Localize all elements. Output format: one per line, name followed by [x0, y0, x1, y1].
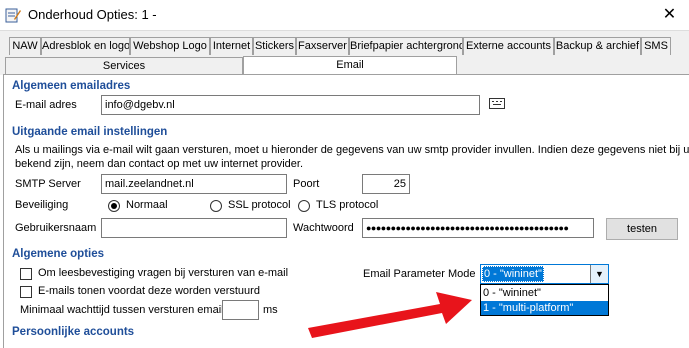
username-label: Gebruikersnaam: [15, 222, 97, 234]
email-param-dropdown[interactable]: 0 - "wininet" ▼: [480, 264, 609, 284]
radio-ssl-label: SSL protocol: [228, 199, 291, 211]
email-address-input[interactable]: info@dgebv.nl: [101, 95, 480, 115]
test-button[interactable]: testen: [606, 218, 678, 240]
tab-internet[interactable]: Internet: [210, 37, 253, 55]
min-wait-unit: ms: [263, 304, 278, 316]
email-param-option-multi-platform[interactable]: 1 - "multi-platform": [481, 301, 608, 315]
email-address-label: E-mail adres: [15, 99, 77, 111]
tab-strip: NAW Adresblok en logo Webshop Logo Inter…: [0, 30, 689, 76]
tab-services[interactable]: Services: [5, 57, 243, 75]
radio-tls[interactable]: [298, 200, 310, 212]
card-icon[interactable]: [489, 98, 505, 109]
tab-sms[interactable]: SMS: [641, 37, 671, 55]
port-input[interactable]: 25: [362, 174, 410, 194]
read-receipt-label: Om leesbevestiging vragen bij versturen …: [38, 267, 289, 279]
smtp-input[interactable]: mail.zeelandnet.nl: [101, 174, 287, 194]
app-icon: [5, 8, 21, 23]
email-param-options: 0 - "wininet" 1 - "multi-platform": [480, 284, 609, 316]
tab-email[interactable]: Email: [243, 56, 457, 76]
close-button[interactable]: ✕: [650, 0, 689, 30]
tab-webshop-logo[interactable]: Webshop Logo: [130, 37, 210, 55]
radio-normaal[interactable]: [108, 200, 120, 212]
red-arrow-annotation: [308, 292, 472, 338]
section-general-email: Algemeen emailadres: [12, 80, 131, 92]
email-param-selected: 0 - "wininet": [482, 266, 544, 282]
radio-tls-label: TLS protocol: [316, 199, 379, 211]
min-wait-label: Minimaal wachttijd tussen versturen emai…: [20, 304, 230, 316]
min-wait-input[interactable]: [222, 300, 259, 320]
email-param-option-wininet[interactable]: 0 - "wininet": [481, 286, 543, 300]
port-label: Poort: [293, 178, 320, 190]
tab-adresblok[interactable]: Adresblok en logo: [41, 37, 130, 55]
show-emails-label: E-mails tonen voordat deze worden verstu…: [38, 285, 260, 297]
window-title: Onderhoud Opties: 1 -: [28, 7, 157, 22]
security-label: Beveiliging: [15, 199, 69, 211]
tab-briefpapier[interactable]: Briefpapier achtergrond: [349, 37, 463, 55]
outgoing-info-line2: bekend zijn, neem dan contact op met uw …: [15, 158, 304, 170]
tab-externe-accounts[interactable]: Externe accounts: [463, 37, 554, 55]
section-general-options: Algemene opties: [12, 248, 105, 260]
tab-stickers[interactable]: Stickers: [253, 37, 296, 55]
outgoing-info-line1: Als u mailings via e-mail wilt gaan vers…: [15, 144, 689, 156]
email-param-label: Email Parameter Mode: [363, 268, 476, 280]
tab-backup[interactable]: Backup & archief: [554, 37, 641, 55]
smtp-label: SMTP Server: [15, 178, 81, 190]
tab-naw[interactable]: NAW: [9, 37, 41, 55]
password-input[interactable]: ●●●●●●●●●●●●●●●●●●●●●●●●●●●●●●●●●●●●●●●●…: [362, 218, 594, 238]
section-personal-accounts: Persoonlijke accounts: [12, 326, 135, 338]
section-outgoing: Uitgaande email instellingen: [12, 126, 168, 138]
chevron-down-icon[interactable]: ▼: [590, 265, 608, 283]
password-label: Wachtwoord: [293, 222, 354, 234]
tab-faxserver[interactable]: Faxserver: [296, 37, 349, 55]
read-receipt-checkbox[interactable]: [20, 268, 32, 280]
show-emails-checkbox[interactable]: [20, 286, 32, 298]
title-bar: Onderhoud Opties: 1 - ✕: [0, 0, 689, 30]
username-input[interactable]: [101, 218, 287, 238]
radio-normaal-label: Normaal: [126, 199, 168, 211]
radio-ssl[interactable]: [210, 200, 222, 212]
